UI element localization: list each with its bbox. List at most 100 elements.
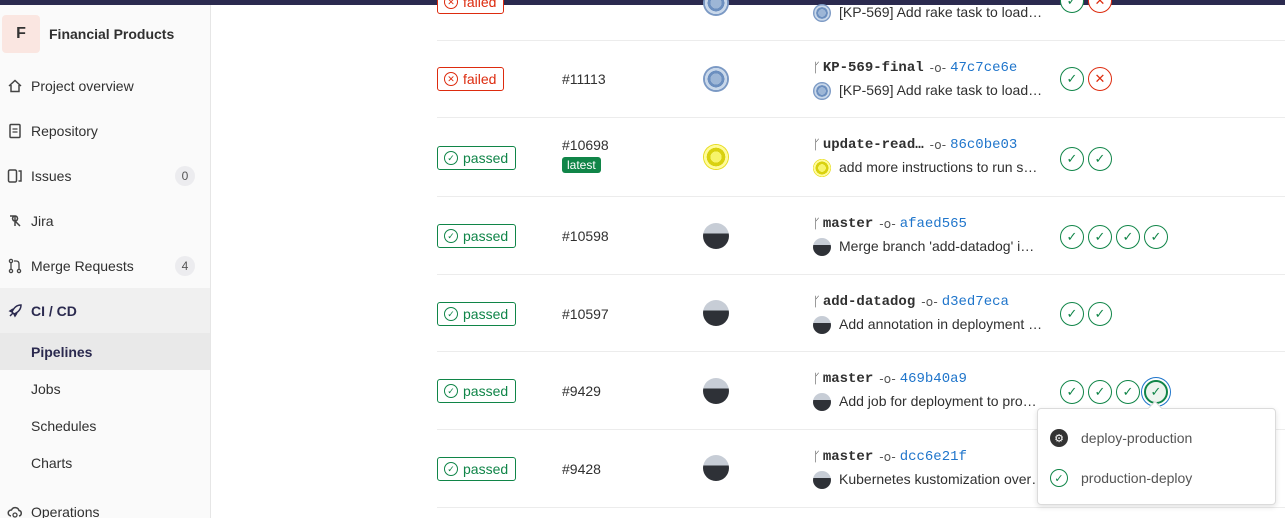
sidebar-item-issues[interactable]: Issues 0: [0, 153, 210, 198]
commit-author-avatar[interactable]: [813, 238, 831, 256]
status-text: passed: [463, 383, 509, 399]
status-failed-icon: ✕: [444, 0, 458, 9]
pipeline-id-link[interactable]: #10597: [562, 306, 609, 322]
status-success-icon: ✓: [444, 151, 458, 165]
branch-icon: ᚴ: [813, 449, 821, 465]
commit-message[interactable]: add more instructions to run s…: [839, 159, 1037, 175]
sidebar-item-ci-cd[interactable]: CI / CD: [0, 288, 210, 333]
sidebar-item-operations[interactable]: Operations: [0, 489, 210, 518]
avatar[interactable]: [703, 66, 729, 92]
avatar[interactable]: [703, 455, 729, 481]
stage-success-icon[interactable]: ✓: [1060, 225, 1084, 249]
pipeline-stages: ✓ ✓: [1060, 147, 1116, 171]
branch-name[interactable]: master: [823, 449, 873, 465]
commit-message[interactable]: Add job for deployment to pro…: [839, 393, 1037, 409]
avatar[interactable]: [703, 144, 729, 170]
stage-success-icon[interactable]: ✓: [1088, 380, 1112, 404]
stage-success-icon[interactable]: ✓: [1116, 380, 1140, 404]
status-badge[interactable]: ✕ failed: [437, 0, 505, 14]
commit-sha-link[interactable]: 47c7ce6e: [950, 60, 1017, 76]
commit-author-avatar[interactable]: [813, 82, 831, 100]
jira-icon: [7, 213, 23, 229]
cloud-gear-icon: [7, 504, 23, 518]
status-badge[interactable]: ✓ passed: [437, 146, 517, 170]
stage-success-icon[interactable]: ✓: [1088, 225, 1112, 249]
stage-success-icon[interactable]: ✓: [1060, 0, 1084, 13]
issues-icon: [7, 168, 23, 184]
stage-success-icon[interactable]: ✓: [1144, 225, 1168, 249]
stage-success-icon-active[interactable]: ✓: [1144, 380, 1168, 404]
stage-success-icon[interactable]: ✓: [1116, 225, 1140, 249]
commit-author-avatar[interactable]: [813, 393, 831, 411]
pipeline-id-link[interactable]: #10698: [562, 137, 609, 153]
branch-icon: ᚴ: [813, 216, 821, 232]
branch-name[interactable]: KP-569-final: [823, 60, 924, 76]
branch-name[interactable]: master: [823, 216, 873, 232]
sidebar-item-project-overview[interactable]: Project overview: [0, 63, 210, 108]
status-badge[interactable]: ✓ passed: [437, 457, 517, 481]
pipeline-stages: ✓ ✓ ✓ ✓: [1060, 225, 1172, 249]
commit-message[interactable]: Merge branch 'add-datadog' i…: [839, 238, 1034, 254]
stage-failed-icon[interactable]: ✕: [1088, 0, 1112, 13]
commit-author-avatar[interactable]: [813, 159, 831, 177]
status-text: failed: [463, 71, 497, 87]
sidebar-item-label: Operations: [31, 503, 100, 518]
dropdown-item-label: production-deploy: [1081, 470, 1193, 486]
pipeline-id-link[interactable]: #10598: [562, 228, 609, 244]
commit-author-avatar[interactable]: [813, 4, 831, 22]
commit-sha-link[interactable]: 469b40a9: [900, 371, 967, 387]
avatar[interactable]: [703, 300, 729, 326]
status-failed-icon: ✕: [444, 72, 458, 86]
commit-author-avatar[interactable]: [813, 316, 831, 334]
branch-name[interactable]: update-read…: [823, 137, 924, 153]
pipeline-stages: ✓ ✕: [1060, 0, 1116, 13]
stage-success-icon[interactable]: ✓: [1060, 302, 1084, 326]
commit-message[interactable]: [KP-569] Add rake task to load…: [839, 82, 1042, 98]
sidebar-item-jira[interactable]: Jira: [0, 198, 210, 243]
stage-success-icon[interactable]: ✓: [1060, 67, 1084, 91]
pipeline-id-link[interactable]: #11113: [562, 71, 606, 87]
commit-sha-link[interactable]: 86c0be03: [950, 137, 1017, 153]
sidebar-subitem-label: Charts: [31, 454, 73, 471]
pipeline-id-link[interactable]: #9428: [562, 461, 601, 477]
avatar[interactable]: [703, 223, 729, 249]
stage-failed-icon[interactable]: ✕: [1088, 67, 1112, 91]
branch-name[interactable]: add-datadog: [823, 294, 915, 310]
commit-message[interactable]: Add annotation in deployment …: [839, 316, 1042, 332]
sidebar-subitem-pipelines[interactable]: Pipelines: [0, 333, 210, 370]
status-badge[interactable]: ✓ passed: [437, 224, 517, 248]
stage-success-icon[interactable]: ✓: [1060, 380, 1084, 404]
home-icon: [7, 78, 23, 94]
branch-name[interactable]: master: [823, 371, 873, 387]
sidebar-subitem-label: Jobs: [31, 380, 61, 397]
status-badge[interactable]: ✓ passed: [437, 302, 517, 326]
status-badge[interactable]: ✕ failed: [437, 67, 505, 91]
branch-ref: ᚴ master -o- afaed565: [813, 216, 967, 232]
project-header[interactable]: F Financial Products: [0, 5, 210, 61]
issues-count-badge: 0: [175, 165, 195, 186]
commit-icon: -o-: [929, 138, 947, 152]
stage-success-icon[interactable]: ✓: [1088, 147, 1112, 171]
commit-author-avatar[interactable]: [813, 471, 831, 489]
sidebar-subitem-schedules[interactable]: Schedules: [0, 407, 210, 444]
commit-sha-link[interactable]: d3ed7eca: [942, 294, 1009, 310]
pipeline-id-link[interactable]: #9429: [562, 383, 601, 399]
status-badge[interactable]: ✓ passed: [437, 379, 517, 403]
commit-message[interactable]: [KP-569] Add rake task to load…: [839, 4, 1042, 20]
sidebar-subitem-charts[interactable]: Charts: [0, 444, 210, 481]
commit-sha-link[interactable]: dcc6e21f: [900, 449, 967, 465]
sidebar-item-merge-requests[interactable]: Merge Requests 4: [0, 243, 210, 288]
commit-sha-link[interactable]: afaed565: [900, 216, 967, 232]
dropdown-item-deploy-production[interactable]: ⚙ deploy-production: [1038, 420, 1275, 456]
pipeline-row: ✕ failed #11113 ᚴ KP-569-final -o- 47c7c…: [437, 41, 1285, 118]
stage-success-icon[interactable]: ✓: [1060, 147, 1084, 171]
dropdown-item-production-deploy[interactable]: ✓ production-deploy: [1038, 460, 1275, 496]
sidebar-item-repository[interactable]: Repository: [0, 108, 210, 153]
commit-message[interactable]: Kubernetes kustomization over…: [839, 471, 1045, 487]
project-name[interactable]: Financial Products: [49, 26, 174, 42]
avatar[interactable]: [703, 0, 729, 16]
sidebar-subitem-jobs[interactable]: Jobs: [0, 370, 210, 407]
git-merge-icon: [7, 258, 23, 274]
avatar[interactable]: [703, 378, 729, 404]
stage-success-icon[interactable]: ✓: [1088, 302, 1112, 326]
